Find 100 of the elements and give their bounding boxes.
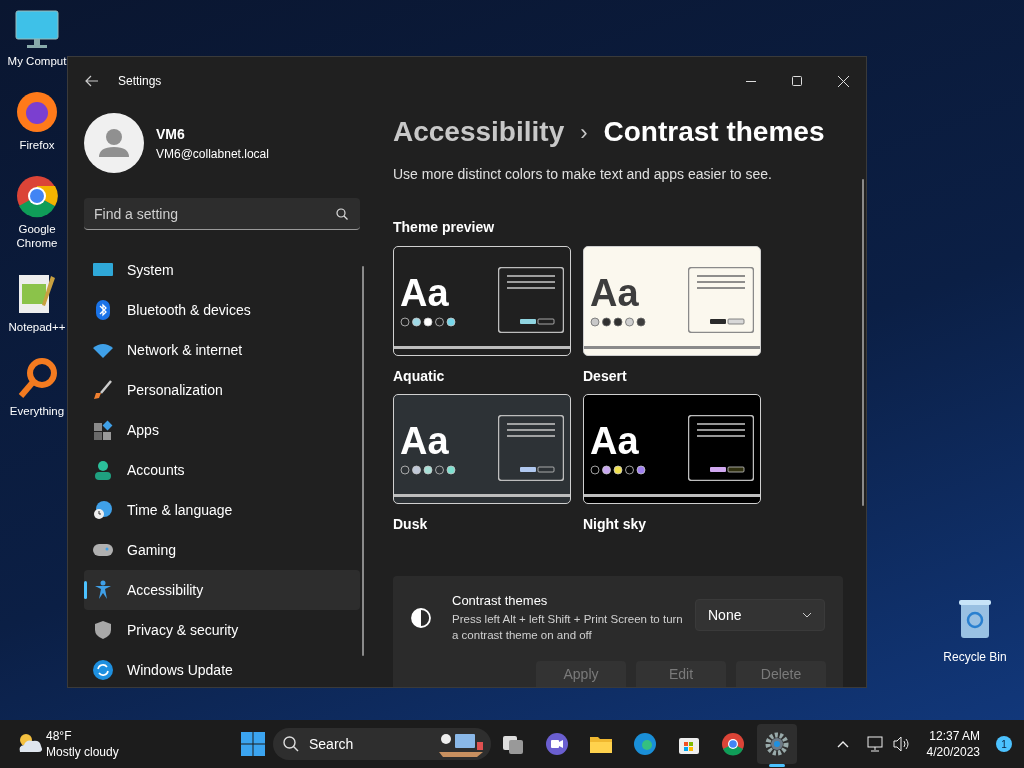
- theme-name: Night sky: [583, 515, 647, 534]
- apps-icon: [93, 420, 113, 440]
- chevron-down-icon: [802, 612, 812, 618]
- nav-label: Accounts: [127, 460, 185, 480]
- sample-text: Aa: [400, 420, 450, 461]
- globe-clock-icon: [93, 500, 113, 520]
- theme-preview-card[interactable]: Aa: [583, 246, 761, 356]
- desktop-icon-label[interactable]: Everything: [9, 404, 65, 418]
- chat-icon[interactable]: [545, 732, 569, 756]
- breadcrumb-link[interactable]: Accessibility: [393, 114, 565, 150]
- nav-item[interactable]: System: [84, 250, 360, 290]
- clock-date[interactable]: 4/20/2023: [926, 744, 980, 760]
- browser-icon[interactable]: [633, 732, 657, 756]
- nav-item[interactable]: Privacy & security: [84, 610, 360, 650]
- nav-label: Privacy & security: [127, 620, 239, 640]
- weather-condition: Mostly cloudy: [46, 744, 119, 760]
- desktop-icon-label[interactable]: Recycle Bin: [943, 648, 1007, 666]
- nav-item[interactable]: Time & language: [84, 490, 360, 530]
- page-title: Contrast themes: [603, 115, 825, 149]
- setting-title: Contrast themes: [452, 593, 549, 609]
- shield-icon: [93, 620, 113, 640]
- desktop-icon-label[interactable]: Notepad++: [8, 320, 66, 334]
- nav-label: Windows Update: [127, 660, 233, 680]
- scrollbar[interactable]: [362, 266, 364, 656]
- theme-preview-card[interactable]: Aa: [393, 394, 571, 504]
- scrollbar[interactable]: [862, 179, 864, 506]
- nav-label: Gaming: [127, 540, 177, 560]
- window-title: Settings: [118, 73, 162, 90]
- selection-indicator: [84, 581, 87, 599]
- nav-item[interactable]: Windows Update: [84, 650, 360, 687]
- color-swatches-icon: [590, 464, 646, 475]
- theme-preview-card[interactable]: Aa: [393, 246, 571, 356]
- nav-item[interactable]: Accessibility: [84, 570, 360, 610]
- theme-name: Desert: [583, 367, 628, 386]
- paintbrush-icon: [93, 380, 113, 400]
- accessibility-icon: [93, 580, 113, 600]
- desktop-icon-label[interactable]: My Comput: [7, 54, 67, 68]
- nav-label: Apps: [127, 420, 159, 440]
- color-swatches-icon: [400, 316, 456, 327]
- window-preview-icon: [688, 414, 754, 481]
- nav-label: System: [127, 260, 174, 280]
- temperature: 48°F: [46, 728, 73, 744]
- running-indicator: [769, 764, 785, 767]
- window-preview-icon: [498, 414, 564, 481]
- network-icon[interactable]: [866, 736, 885, 752]
- browser-icon: [15, 90, 59, 134]
- contrast-icon: [411, 608, 431, 628]
- maximize-icon: [792, 76, 802, 86]
- page-description: Use more distinct colors to make text and apps easier to see.: [393, 165, 773, 184]
- taskbar-search[interactable]: Search: [273, 728, 491, 760]
- sample-text: Aa: [590, 420, 640, 461]
- chevron-up-icon[interactable]: [836, 740, 849, 748]
- nav-item[interactable]: Network & internet: [84, 330, 360, 370]
- desktop-icon-label[interactable]: Google Chrome: [7, 222, 67, 250]
- notification-badge[interactable]: 1: [996, 736, 1012, 752]
- window-preview-icon: [688, 266, 754, 333]
- search-field[interactable]: Find a setting: [84, 198, 360, 230]
- browser-icon: [15, 174, 59, 218]
- theme-name: Aquatic: [393, 367, 446, 386]
- setting-description: Press left Alt + left Shift + Print Screen to turn a contrast theme on and off: [452, 612, 684, 643]
- search-icon: [283, 736, 299, 752]
- sample-text: Aa: [400, 272, 450, 313]
- windows-logo-icon: [241, 732, 265, 756]
- back-arrow-icon[interactable]: [85, 75, 99, 87]
- person-icon: [93, 460, 113, 480]
- close-icon: [837, 75, 849, 87]
- nav-label: Network & internet: [127, 340, 243, 360]
- nav-item[interactable]: Accounts: [84, 450, 360, 490]
- nav-item[interactable]: Bluetooth & devices: [84, 290, 360, 330]
- recycle-bin-icon[interactable]: [957, 598, 993, 640]
- user-email: VM6@collabnet.local: [156, 145, 269, 163]
- nav-item[interactable]: Personalization: [84, 370, 360, 410]
- theme-name: Dusk: [393, 515, 429, 534]
- refresh-icon: [93, 660, 113, 680]
- nav-label: Personalization: [127, 380, 223, 400]
- nav-label: Accessibility: [127, 580, 204, 600]
- window-preview-icon: [498, 266, 564, 333]
- theme-dropdown[interactable]: None: [695, 599, 825, 631]
- user-name: VM6: [156, 124, 186, 144]
- minimize-icon: [746, 80, 756, 82]
- nav-item[interactable]: Apps: [84, 410, 360, 450]
- speaker-icon[interactable]: [892, 736, 911, 752]
- theme-preview-card[interactable]: Aa: [583, 394, 761, 504]
- color-swatches-icon: [400, 464, 456, 475]
- color-swatches-icon: [590, 316, 646, 327]
- gear-icon[interactable]: [765, 732, 789, 756]
- search-icon[interactable]: [336, 208, 348, 220]
- breadcrumb-separator: ›: [580, 118, 588, 147]
- monitor-icon: [15, 10, 59, 50]
- desktop-icon-label[interactable]: Firefox: [19, 138, 55, 152]
- nav-label: Bluetooth & devices: [127, 300, 251, 320]
- avatar-icon[interactable]: [84, 113, 144, 173]
- browser-icon[interactable]: [721, 732, 745, 756]
- section-label: Theme preview: [393, 218, 496, 237]
- nav-item[interactable]: Gaming: [84, 530, 360, 570]
- taskbar-app-button[interactable]: [757, 724, 797, 764]
- sample-text: Aa: [590, 272, 640, 313]
- bluetooth-icon: [93, 300, 113, 320]
- nav-label: Time & language: [127, 500, 233, 520]
- clock-time[interactable]: 12:37 AM: [929, 728, 980, 744]
